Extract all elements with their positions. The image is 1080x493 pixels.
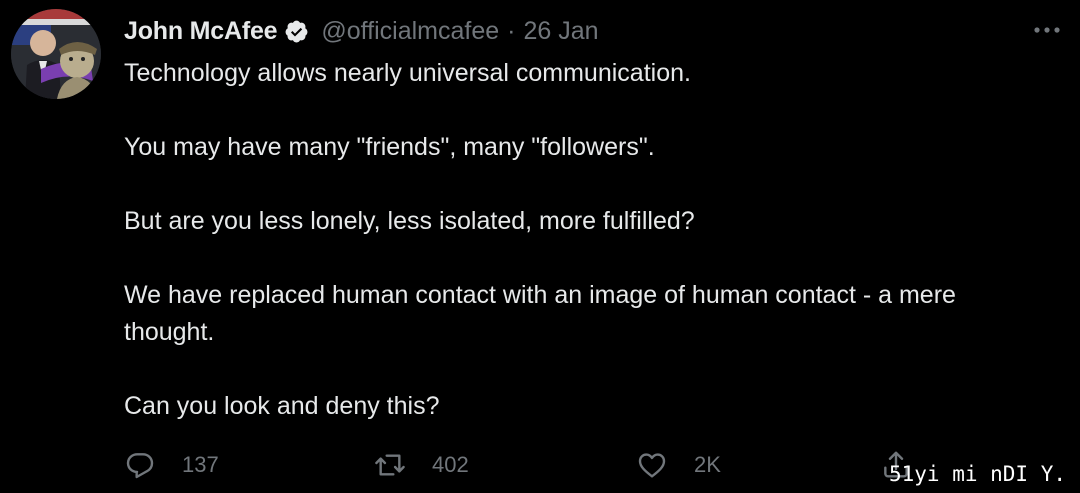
reply-count: 137 <box>182 452 219 477</box>
tweet-text: Technology allows nearly universal commu… <box>124 55 1054 425</box>
author-handle[interactable]: @officialmcafee <box>321 17 499 46</box>
tweet-date[interactable]: 26 Jan <box>524 17 599 46</box>
tweet[interactable]: John McAfee @officialmcafee · 26 Jan Tec… <box>0 0 1080 493</box>
watermark-text: 51yi mi nDI Y. com <box>889 462 1080 486</box>
tweet-line: But are you less lonely, less isolated, … <box>124 207 695 235</box>
reply-button[interactable]: 137 <box>124 446 219 484</box>
tweet-line: Technology allows nearly universal commu… <box>124 59 691 87</box>
tweet-line: You may have many "friends", many "follo… <box>124 133 655 161</box>
verified-badge-icon <box>284 19 309 44</box>
retweet-count: 402 <box>432 452 469 477</box>
reply-icon <box>124 449 156 481</box>
retweet-icon <box>374 449 406 481</box>
author-display-name[interactable]: John McAfee <box>124 17 278 46</box>
avatar-image <box>11 9 101 99</box>
like-count: 2K <box>694 452 721 477</box>
tweet-line: We have replaced human contact with an i… <box>124 281 956 346</box>
heart-icon <box>636 449 668 481</box>
like-button[interactable]: 2K <box>636 446 721 484</box>
more-options-icon[interactable] <box>1030 16 1064 44</box>
header-separator: · <box>507 16 516 45</box>
retweet-button[interactable]: 402 <box>374 446 469 484</box>
tweet-header: John McAfee @officialmcafee · 26 Jan <box>124 12 599 50</box>
avatar[interactable] <box>11 9 101 99</box>
tweet-line: Can you look and deny this? <box>124 392 440 420</box>
